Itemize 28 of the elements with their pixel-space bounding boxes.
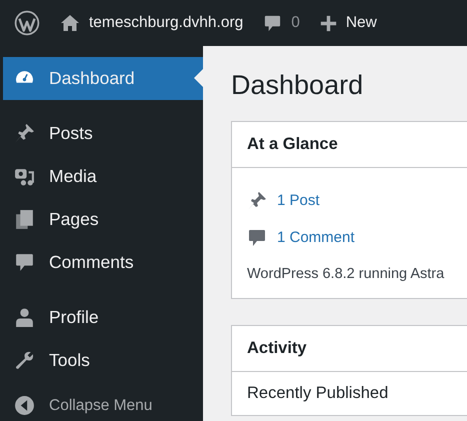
wrench-icon (14, 350, 35, 371)
plus-icon (320, 14, 337, 32)
menu-item[interactable]: Pages (3, 198, 203, 241)
menu-item[interactable]: Dashboard (3, 57, 203, 100)
menu-item[interactable]: Posts (3, 112, 203, 155)
comments-link[interactable]: 0 (263, 14, 300, 32)
collapse-menu-button[interactable]: Collapse Menu (3, 390, 203, 421)
panel-title: Activity (232, 326, 467, 372)
pages-icon (14, 209, 35, 230)
media-icon (14, 166, 35, 187)
comment-icon (263, 14, 282, 32)
menu-item[interactable]: Profile (3, 296, 203, 339)
menu-item[interactable]: Media (3, 155, 203, 198)
new-link[interactable]: New (320, 14, 377, 32)
person-icon (14, 307, 35, 328)
site-link[interactable]: temeschburg.dvhh.org (60, 13, 244, 33)
count-link[interactable]: 1 Post (277, 192, 320, 209)
comment-icon (14, 252, 35, 273)
page-title: Dashboard (231, 70, 364, 101)
home-icon (60, 13, 80, 33)
section-heading: Recently Published (246, 383, 390, 404)
version-text: WordPress 6.8.2 running Astra (247, 266, 446, 282)
count-link[interactable]: 1 Comment (277, 229, 355, 246)
wordpress-logo-icon[interactable] (14, 10, 40, 36)
menu-item[interactable]: Tools (3, 339, 203, 382)
comment-icon (247, 228, 267, 248)
menu-item[interactable]: Comments (3, 241, 203, 284)
panel-title: At a Glance (232, 122, 467, 168)
